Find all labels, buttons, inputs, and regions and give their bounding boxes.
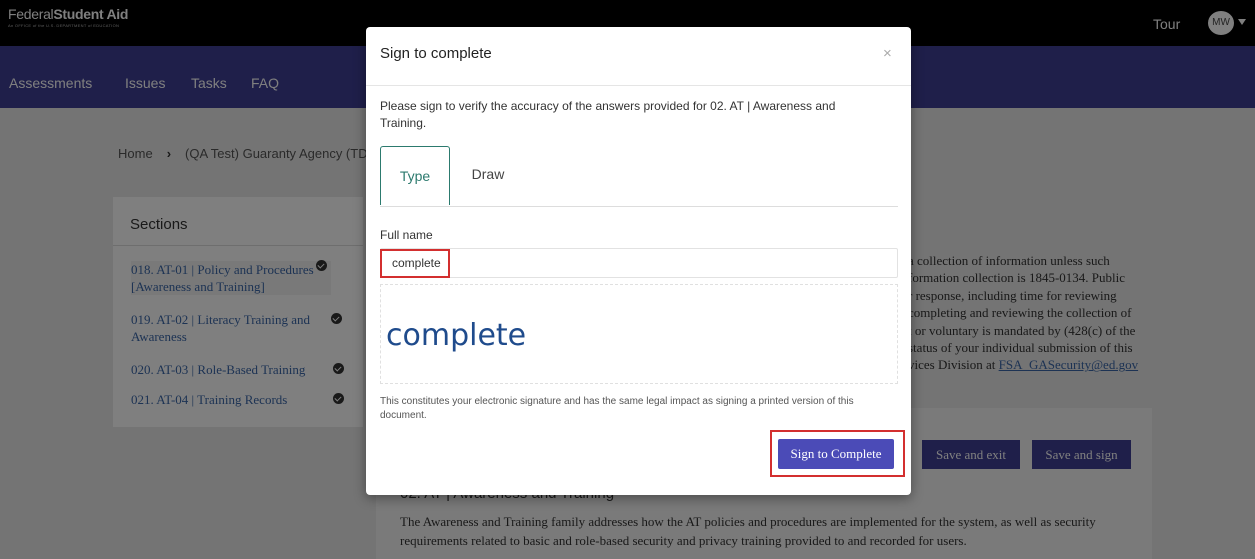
legal-disclaimer: This constitutes your electronic signatu… <box>380 396 854 421</box>
modal-title: Sign to complete <box>380 45 492 62</box>
signature-preview: complete <box>386 318 527 353</box>
close-icon[interactable]: × <box>883 45 892 62</box>
sign-modal: Sign to complete × Please sign to verify… <box>366 27 911 495</box>
modal-intro: Please sign to verify the accuracy of th… <box>380 99 836 130</box>
sign-to-complete-button[interactable]: Sign to Complete <box>778 439 894 469</box>
modal-divider <box>366 85 911 86</box>
tab-draw[interactable]: Draw <box>458 146 518 205</box>
tab-type[interactable]: Type <box>380 146 450 205</box>
fullname-input[interactable] <box>380 248 898 278</box>
tab-divider <box>380 206 898 207</box>
fullname-label: Full name <box>380 228 433 242</box>
